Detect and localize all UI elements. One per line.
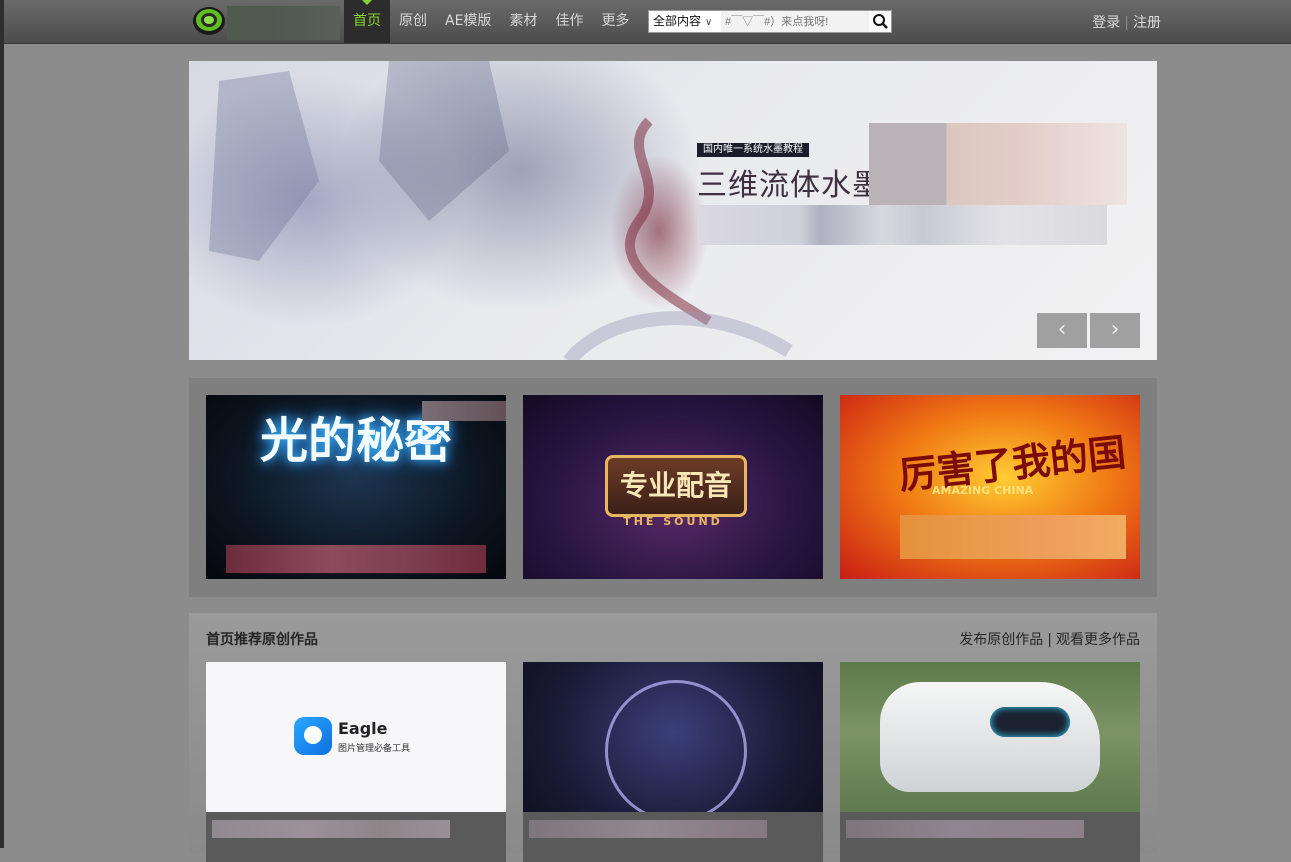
search-scope-select[interactable]: 全部内容 ∨	[649, 11, 721, 32]
section-title: 首页推荐原创作品	[206, 632, 318, 648]
auth-links: 登录 | 注册	[1092, 12, 1161, 32]
publish-original-link[interactable]: 发布原创作品	[959, 632, 1043, 648]
search-icon	[873, 14, 888, 29]
featured-card-subtitle: THE SOUND	[623, 515, 723, 528]
site-logo-icon[interactable]	[192, 6, 226, 36]
register-link[interactable]: 注册	[1133, 15, 1161, 31]
nav-item-materials[interactable]: 素材	[500, 0, 546, 43]
search-scope-label: 全部内容	[653, 14, 702, 28]
banner-title: 三维流体水墨	[697, 168, 883, 203]
nav-item-ae-templates[interactable]: AE模版	[436, 0, 500, 43]
work-card[interactable]: Eagle 图片管理必备工具	[206, 662, 506, 862]
nav-item-original[interactable]: 原创	[390, 0, 436, 43]
work-card[interactable]	[523, 662, 823, 862]
search-button[interactable]	[869, 11, 891, 32]
auth-separator: |	[1124, 15, 1129, 31]
work-thumbnail	[523, 662, 823, 822]
nav-item-works[interactable]: 佳作	[546, 0, 592, 43]
work-caption	[523, 812, 823, 862]
main-nav: 首页 原创 AE模版 素材 佳作 更多	[344, 0, 638, 43]
window-left-edge	[0, 0, 4, 848]
hero-banner[interactable]: 国内唯一系统水墨教程 三维流体水墨 ‹ ›	[189, 61, 1157, 360]
featured-card-title: 光的秘密	[259, 413, 452, 469]
work-caption	[206, 812, 506, 862]
robot-visor-graphic	[990, 707, 1070, 737]
work-thumbnail: Eagle 图片管理必备工具	[206, 662, 506, 812]
work-thumbnail	[840, 662, 1140, 812]
mosaic-caption	[529, 820, 767, 838]
featured-card[interactable]: 光的秘密	[206, 395, 506, 579]
link-separator: |	[1047, 632, 1052, 648]
banner-prev-button[interactable]: ‹	[1037, 313, 1087, 348]
featured-card-subtitle: AMAZING CHINA	[932, 484, 1034, 497]
featured-card-title: 专业配音	[605, 455, 747, 517]
search-box: 全部内容 ∨	[648, 10, 892, 33]
banner-mosaic-subtitle	[697, 205, 1107, 245]
login-link[interactable]: 登录	[1092, 15, 1120, 31]
chevron-right-icon: ›	[1110, 317, 1120, 342]
search-input[interactable]	[721, 11, 869, 32]
nav-item-more[interactable]: 更多	[592, 0, 638, 43]
brand-name: Eagle	[338, 719, 388, 738]
robot-vehicle-graphic	[880, 682, 1100, 792]
mosaic-caption	[846, 820, 1084, 838]
featured-strip: 光的秘密 专业配音 THE SOUND 厉害了我的国 AMAZING CHINA	[189, 378, 1157, 597]
stage-ring-graphic	[605, 680, 747, 822]
banner-next-button[interactable]: ›	[1090, 313, 1140, 348]
top-navigation-bar: 首页 原创 AE模版 素材 佳作 更多 全部内容∨ 登录|注册	[4, 0, 1291, 44]
mosaic-corner	[422, 401, 506, 421]
featured-card[interactable]: 专业配音 THE SOUND	[523, 395, 823, 579]
banner-tag: 国内唯一系统水墨教程	[697, 143, 809, 157]
mosaic-caption	[226, 545, 486, 573]
recommended-section: 首页推荐原创作品 发布原创作品 | 观看更多作品 Eagle 图片管理必备工具	[189, 613, 1157, 862]
work-card[interactable]	[840, 662, 1140, 862]
mosaic-caption	[900, 515, 1126, 559]
chevron-down-icon: ∨	[705, 17, 713, 28]
more-works-link[interactable]: 观看更多作品	[1056, 632, 1140, 648]
site-name-mosaic	[227, 6, 340, 40]
work-caption	[840, 812, 1140, 862]
chevron-left-icon: ‹	[1057, 317, 1067, 342]
nav-item-home[interactable]: 首页	[344, 0, 390, 43]
featured-card[interactable]: 厉害了我的国 AMAZING CHINA	[840, 395, 1140, 579]
banner-mosaic-title	[869, 123, 1127, 205]
brand-subtitle: 图片管理必备工具	[338, 744, 411, 754]
section-links: 发布原创作品 | 观看更多作品	[959, 629, 1140, 649]
eagle-app-icon	[294, 717, 332, 755]
mosaic-caption	[212, 820, 450, 838]
